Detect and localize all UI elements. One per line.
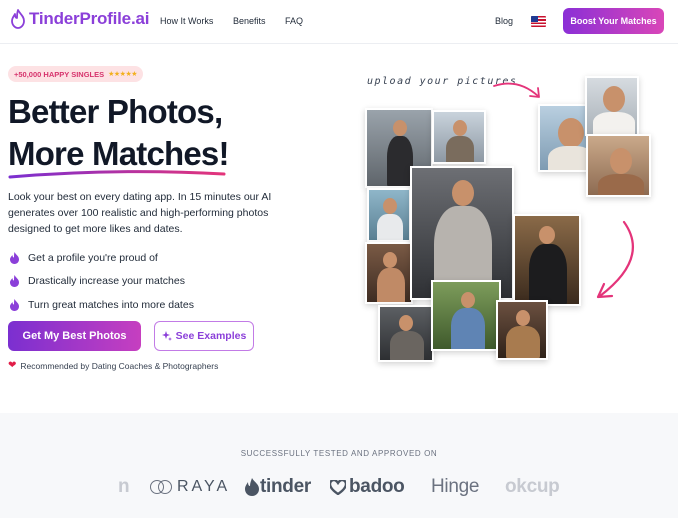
heart-icon: ❤ <box>8 360 17 371</box>
generated-photo <box>513 214 581 306</box>
raya-ring-icon <box>150 480 174 494</box>
uploaded-photo <box>585 76 639 136</box>
brand-logo[interactable]: TinderProfile.ai <box>10 9 149 29</box>
generated-photo <box>431 280 501 351</box>
flame-icon <box>11 9 25 29</box>
flame-icon <box>10 251 19 264</box>
generated-photo <box>367 188 411 242</box>
benefit-text: Get a profile you're proud of <box>28 251 158 264</box>
hinge-logo: Hinge <box>431 476 480 497</box>
raya-logo: RAYA <box>177 478 231 495</box>
approved-apps-title: SUCCESSFULLY TESTED AND APPROVED ON <box>240 449 438 458</box>
boost-matches-button[interactable]: Boost Your Matches <box>563 8 664 34</box>
benefit-list: Get a profile you're proud of Drasticall… <box>10 246 194 317</box>
happy-singles-badge: +50,000 HAPPY SINGLES ★★★★★ <box>8 66 144 82</box>
headline-underline <box>8 170 226 179</box>
approved-apps-section <box>0 413 678 518</box>
headline-line-2: More Matches! <box>8 135 229 172</box>
badoo-heart-icon <box>330 480 346 495</box>
hero-description: Look your best on every dating app. In 1… <box>8 191 272 235</box>
see-examples-label: See Examples <box>175 330 247 342</box>
logo-text: TinderProfile.ai <box>29 9 150 28</box>
flame-icon <box>10 275 19 288</box>
badoo-logo: badoo <box>349 476 405 497</box>
benefit-item: Turn great matches into more dates <box>10 293 194 317</box>
tinder-logo: tinder <box>260 476 311 497</box>
brand-logo-partial: n <box>118 476 130 497</box>
us-flag-icon[interactable] <box>531 16 546 27</box>
benefit-text: Turn great matches into more dates <box>28 298 194 311</box>
generated-photo <box>432 110 486 164</box>
flame-icon <box>10 298 19 311</box>
nav-link-blog[interactable]: Blog <box>495 16 513 26</box>
get-best-photos-button[interactable]: Get My Best Photos <box>8 321 141 351</box>
recommendation-text: Recommended by Dating Coaches & Photogra… <box>20 360 219 371</box>
generated-photo <box>365 242 413 304</box>
okcupid-logo-partial: okcup <box>505 476 560 497</box>
see-examples-button[interactable]: See Examples <box>154 321 254 351</box>
arrow-icon <box>493 82 540 98</box>
nav-link-benefits[interactable]: Benefits <box>233 16 266 26</box>
top-navbar: TinderProfile.ai How It Works Benefits F… <box>0 0 678 44</box>
headline-line-1: Better Photos, <box>8 93 223 130</box>
benefit-item: Get a profile you're proud of <box>10 246 194 270</box>
rating-stars: ★★★★★ <box>108 71 138 78</box>
sparkle-icon <box>161 331 172 341</box>
badge-text: +50,000 HAPPY SINGLES <box>14 69 105 79</box>
benefit-text: Drastically increase your matches <box>28 275 185 288</box>
benefit-item: Drastically increase your matches <box>10 270 194 294</box>
recommendation-line: ❤ Recommended by Dating Coaches & Photog… <box>8 360 218 371</box>
generated-photo <box>378 305 434 362</box>
uploaded-photo <box>586 134 651 197</box>
arrow-icon <box>596 220 634 299</box>
nav-link-faq[interactable]: FAQ <box>285 16 303 26</box>
tinder-flame-icon <box>245 478 259 496</box>
generated-photo <box>496 300 548 360</box>
nav-link-how-it-works[interactable]: How It Works <box>160 16 213 26</box>
